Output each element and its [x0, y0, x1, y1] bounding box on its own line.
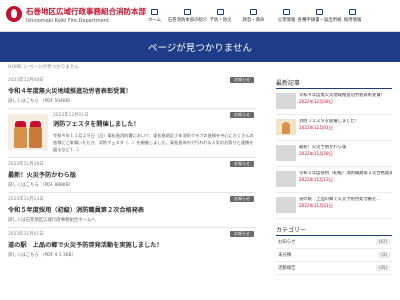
recent-post-date: 2022年12月08日: [299, 99, 333, 104]
document-icon: [316, 9, 323, 15]
post-item: 2023年11月13日 お知らせ 令和５年度採用（初級）消防職員第２次合格発表 …: [8, 193, 256, 228]
category-badge[interactable]: お知らせ: [230, 196, 254, 202]
info-icon: [184, 9, 191, 15]
recent-post-item[interactable]: 令和５年度採用（初級）消防職員第２次合格発表 2022年11月13日: [276, 167, 392, 193]
recent-post-date: 2022年11月13日: [299, 177, 333, 182]
post-date: 2023年11月13日: [8, 197, 44, 202]
site-subtitle: Ishinomaki Koiki Fire Department: [26, 18, 109, 24]
post-date: 2023年11月01日: [8, 232, 44, 237]
category-badge[interactable]: お知らせ: [230, 231, 254, 237]
post-date: 2023年12月01日: [53, 113, 89, 118]
post-title[interactable]: 最新！火災予防かわら版: [8, 170, 256, 179]
nav-item-home[interactable]: ホーム: [138, 0, 171, 32]
category-badge[interactable]: お知らせ: [230, 161, 254, 167]
nav-item-recruit[interactable]: 採用情報: [336, 0, 369, 32]
recent-post-thumbnail[interactable]: [276, 145, 296, 161]
page-title: ページが見つかりません: [147, 43, 253, 54]
sidebar: 最新記事 令和４年度無火災地域推進功労者表彰受賞！ 2022年12月08日 消防フ…: [276, 78, 392, 275]
category-badge[interactable]: お知らせ: [230, 77, 254, 83]
post-date: 2023年11月28日: [8, 162, 44, 167]
recent-post-thumbnail[interactable]: [276, 119, 296, 135]
site-title[interactable]: 石巻地区広域行政事務組合消防本部: [26, 6, 146, 17]
recent-post-item[interactable]: 最新！火災予防かわら版 2022年11月28日: [276, 141, 392, 167]
post-item: 2023年11月01日 お知らせ 道の駅 上品の郷で火災予防啓発活動を実施しまし…: [8, 228, 256, 262]
breadcrumb[interactable]: HOME > ページが見つかりません: [8, 64, 79, 70]
global-nav: ホーム 石巻消防本部の紹介 予防・防災 救急・救命 災害情報 各種申請書・届出用…: [138, 0, 369, 32]
category-count: (47): [375, 239, 390, 245]
post-title[interactable]: 道の駅 上品の郷で火災予防啓発活動を実施しました！: [8, 240, 256, 249]
recent-post-date: 2022年11月28日: [299, 151, 333, 156]
category-count: (3): [378, 252, 390, 258]
mascot-figure: [29, 121, 42, 148]
category-label[interactable]: お知らせ: [278, 236, 295, 248]
nav-item-disaster[interactable]: 災害情報: [270, 0, 303, 32]
post-date: 2023年12月08日: [8, 78, 44, 83]
post-title[interactable]: 令和４年度無火災地域推進功労者表彰受賞！: [8, 86, 256, 95]
nav-item-emergency[interactable]: 救急・救命: [237, 0, 270, 32]
alert-icon: [283, 9, 290, 15]
home-icon: [151, 9, 158, 15]
post-pdf-link[interactable]: 詳しくはこちら （PDF 4 1 3KB）: [8, 252, 256, 258]
nav-item-about[interactable]: 石巻消防本部の紹介: [168, 0, 207, 32]
post-thumbnail[interactable]: [8, 114, 48, 150]
post-title[interactable]: 消防フェスタを開催しました！: [53, 119, 256, 128]
person-icon: [349, 9, 356, 15]
category-label[interactable]: 活動報告: [278, 262, 296, 274]
post-list: 2023年12月08日 お知らせ 令和４年度無火災地域推進功労者表彰受賞！ 詳し…: [8, 74, 256, 262]
post-title[interactable]: 令和５年度採用（初級）消防職員第２次合格発表: [8, 205, 256, 214]
shield-icon: [217, 9, 224, 15]
recent-posts-heading: 最新記事: [276, 78, 392, 89]
site-header: 石巻地区広域行政事務組合消防本部 Ishinomaki Koiki Fire D…: [0, 0, 400, 32]
fire-department-logo-icon[interactable]: [6, 6, 22, 22]
recent-post-item[interactable]: 令和４年度無火災地域推進功労者表彰受賞！ 2022年12月08日: [276, 89, 392, 115]
recent-post-thumbnail[interactable]: [276, 93, 296, 109]
recent-post-thumbnail[interactable]: [276, 197, 296, 213]
recent-post-date: 2022年11月01日: [299, 203, 333, 208]
post-pdf-link[interactable]: 詳しくはこちら （PDF 888KB）: [8, 182, 256, 188]
category-label[interactable]: 未分類: [278, 249, 291, 261]
post-item: 2023年11月28日 お知らせ 最新！火災予防かわら版 詳しくはこちら （PD…: [8, 158, 256, 193]
nav-item-prevention[interactable]: 予防・防災: [204, 0, 237, 32]
post-item: お知らせ 2023年12月01日 消防フェスタを開催しました！ 令和４年１１月２…: [8, 109, 256, 158]
ambulance-icon: [250, 9, 257, 15]
recent-post-date: 2022年12月01日: [299, 125, 333, 130]
category-item[interactable]: 活動報告 (35): [276, 262, 392, 275]
category-count: (35): [375, 265, 390, 271]
category-item[interactable]: 未分類 (3): [276, 249, 392, 262]
mascot-figure: [14, 121, 27, 148]
post-pdf-link[interactable]: 詳しくはこちら （PDF 504KB）: [8, 98, 256, 104]
post-detail-link[interactable]: 詳しくは石巻地区広域行政事務組合ホームへ: [8, 217, 256, 223]
post-item: 2023年12月08日 お知らせ 令和４年度無火災地域推進功労者表彰受賞！ 詳し…: [8, 74, 256, 109]
page-banner: ページが見つかりません: [0, 32, 400, 62]
nav-item-forms[interactable]: 各種申請書・届出用紙: [298, 0, 341, 32]
recent-post-item[interactable]: 消防フェスタを開催しました！ 2022年12月01日: [276, 115, 392, 141]
category-item[interactable]: お知らせ (47): [276, 236, 392, 249]
category-heading: カテゴリー: [276, 225, 392, 236]
category-badge[interactable]: お知らせ: [230, 112, 254, 118]
recent-post-item[interactable]: 道の駅 上品の郷で火災予防啓発活動を… 2022年11月01日: [276, 193, 392, 219]
post-excerpt: 令和４年１１月２９日（日）東松島消防署において、東松島地区少年消防クラブの皆様を…: [53, 133, 254, 152]
recent-post-thumbnail[interactable]: [276, 171, 296, 187]
